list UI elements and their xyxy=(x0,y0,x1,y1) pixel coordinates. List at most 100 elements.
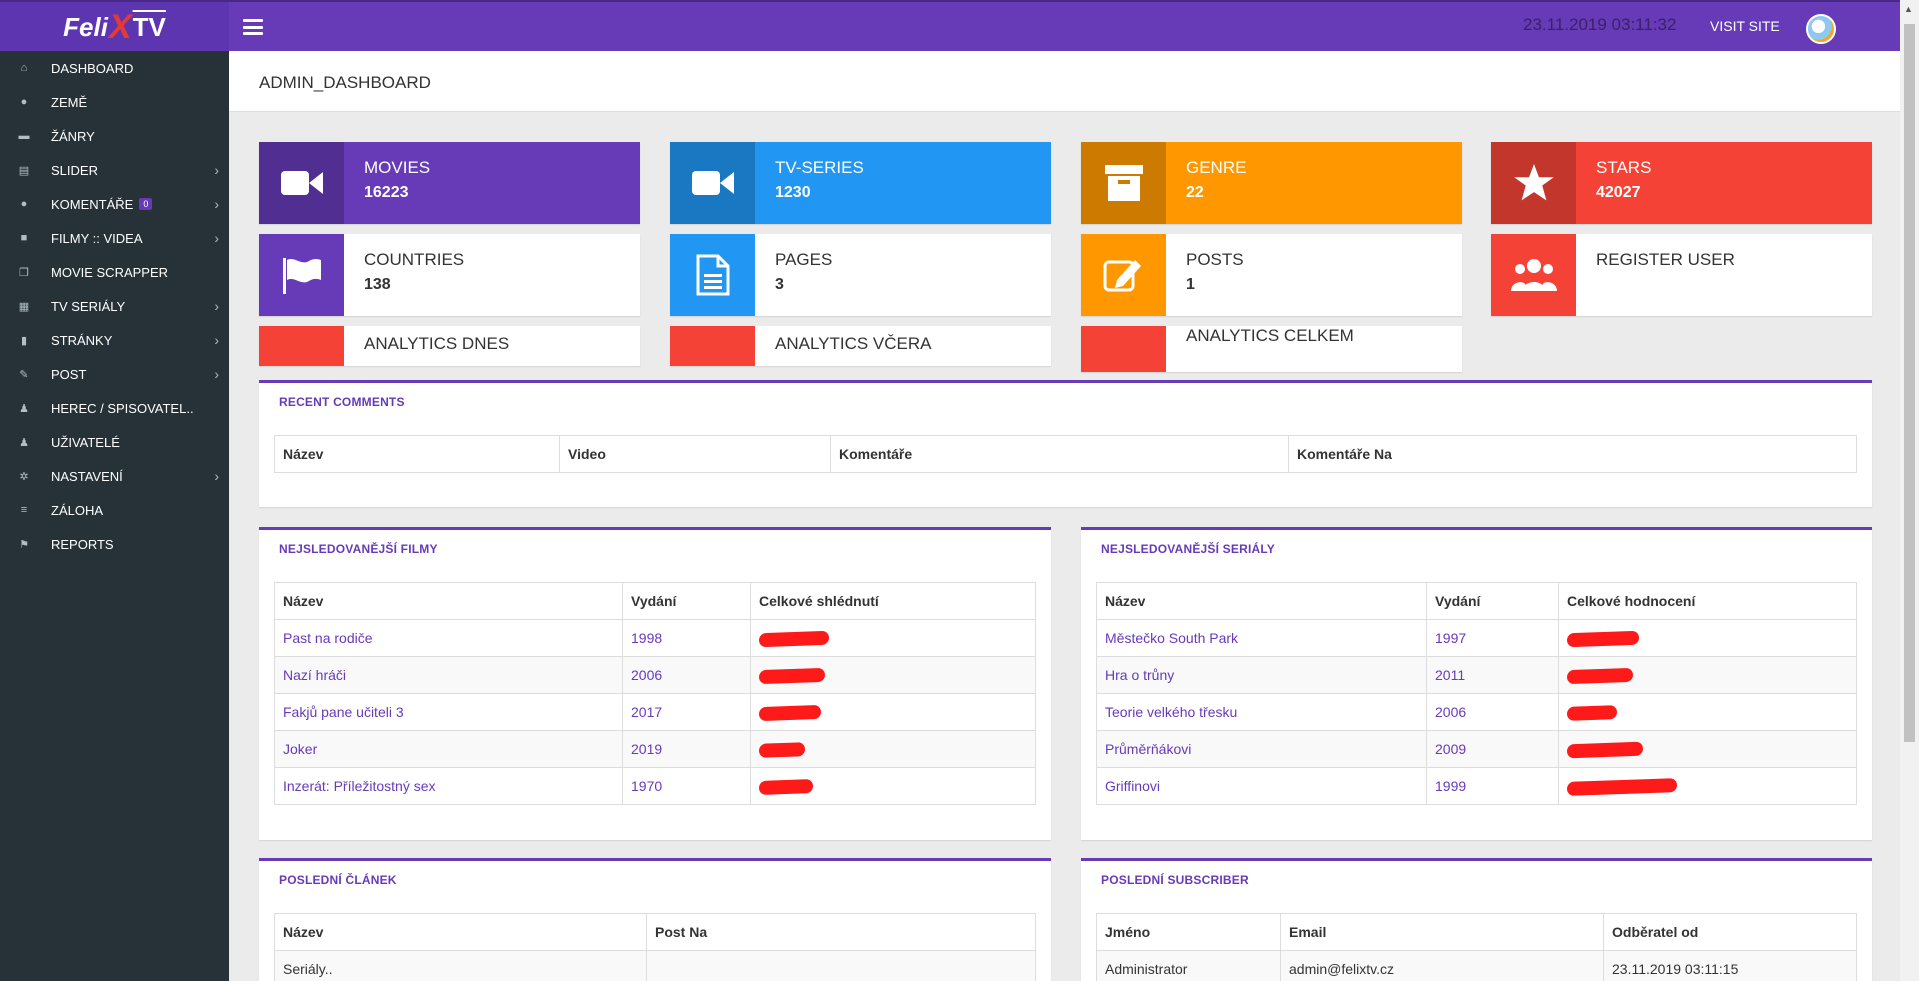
user-avatar[interactable] xyxy=(1806,14,1836,44)
info-box-analytics-yesterday[interactable]: ANALYTICS VČERA xyxy=(670,326,1051,366)
subscriber-since: 23.11.2019 03:11:15 xyxy=(1603,950,1857,981)
col-header-total-rating[interactable]: Celkové hodnocení xyxy=(1558,582,1857,620)
sidebar-item-reports[interactable]: ⚑ REPORTS xyxy=(0,527,229,561)
analytics-today-label: ANALYTICS DNES xyxy=(364,334,510,353)
title-link[interactable]: Hra o trůny xyxy=(1096,656,1427,694)
sidebar-item-dashboard[interactable]: ⌂ DASHBOARD xyxy=(0,51,229,85)
article-name[interactable]: Seriály.. xyxy=(274,950,647,981)
movies-label: MOVIES xyxy=(364,158,431,177)
posts-label: POSTS xyxy=(1186,250,1244,269)
title-link[interactable]: Městečko South Park xyxy=(1096,619,1427,657)
sidebar-item-stránky[interactable]: ▮ STRÁNKY › xyxy=(0,323,229,357)
hamburger-menu-icon[interactable] xyxy=(243,19,263,35)
sidebar-item-movie-scrapper[interactable]: ❐ MOVIE SCRAPPER xyxy=(0,255,229,289)
title-link[interactable]: Teorie velkého třesku xyxy=(1096,693,1427,731)
sidebar-item-label: DASHBOARD xyxy=(51,60,134,76)
col-header-subscriber-since[interactable]: Odběratel od xyxy=(1603,913,1857,951)
film-icon: ▦ xyxy=(18,300,30,313)
info-box-analytics-today[interactable]: ANALYTICS DNES xyxy=(259,326,640,366)
col-header-email[interactable]: Email xyxy=(1280,913,1604,951)
brand-logo[interactable]: Feli X TV xyxy=(0,2,229,53)
sidebar-item-záloha[interactable]: ≡ ZÁLOHA xyxy=(0,493,229,527)
sidebar-item-země[interactable]: ● ZEMĚ xyxy=(0,85,229,119)
scroll-up-arrow-icon[interactable]: ▲ xyxy=(1904,4,1913,14)
logo-text-tv: TV xyxy=(132,12,166,42)
table-row: Seriály.. xyxy=(274,950,1036,981)
comment-icon: ● xyxy=(20,198,28,210)
subscriber-name: Administrator xyxy=(1096,950,1281,981)
table-row: Průměrňákovi 2009 xyxy=(1096,730,1857,768)
info-box-tv-series[interactable]: TV-SERIES 1230 xyxy=(670,142,1051,224)
info-box-genre[interactable]: GENRE 22 xyxy=(1081,142,1462,224)
sidebar-item-nastavení[interactable]: ✲ NASTAVENÍ › xyxy=(0,459,229,493)
title-link[interactable]: Joker xyxy=(274,730,623,768)
top-movies-table: Název Vydání Celkové shlédnutí Past na r… xyxy=(274,582,1036,805)
table-row: Hra o trůny 2011 xyxy=(1096,656,1857,694)
page-scrollbar[interactable]: ▲ xyxy=(1900,0,1919,981)
title-link[interactable]: Nazí hráči xyxy=(274,656,623,694)
sidebar-item-label: HEREC / SPISOVATEL.. xyxy=(51,400,194,416)
sidebar-item-slider[interactable]: ▤ SLIDER › xyxy=(0,153,229,187)
analytics-color-block xyxy=(259,326,344,366)
title-link[interactable]: Griffinovi xyxy=(1096,767,1427,805)
video-camera-icon xyxy=(670,142,755,224)
title-link[interactable]: Průměrňákovi xyxy=(1096,730,1427,768)
col-header-comments[interactable]: Komentáře xyxy=(830,435,1289,473)
top-movies-title: NEJSLEDOVANĚJŠÍ FILMY xyxy=(279,542,438,556)
analytics-yesterday-label: ANALYTICS VČERA xyxy=(775,334,932,353)
redacted-value xyxy=(750,730,1036,768)
col-header-name[interactable]: Jméno xyxy=(1096,913,1281,951)
info-box-analytics-total[interactable]: ANALYTICS CELKEM xyxy=(1081,326,1462,372)
info-box-stars[interactable]: STARS 42027 xyxy=(1491,142,1872,224)
col-header-release[interactable]: Vydání xyxy=(1426,582,1559,620)
subscriber-email: admin@felixtv.cz xyxy=(1280,950,1604,981)
col-header-name[interactable]: Název xyxy=(274,435,560,473)
sidebar-item-herec-spisovatel[interactable]: ♟ HEREC / SPISOVATEL.. xyxy=(0,391,229,425)
pages-count: 3 xyxy=(775,276,784,293)
info-box-countries[interactable]: COUNTRIES 138 xyxy=(259,234,640,316)
release-year: 1999 xyxy=(1426,767,1559,805)
cogs-icon: ✲ xyxy=(19,470,29,483)
col-header-comments-on[interactable]: Komentáře Na xyxy=(1288,435,1857,473)
col-header-total-views[interactable]: Celkové shlédnutí xyxy=(750,582,1036,620)
last-article-table: Název Post Na Seriály.. xyxy=(274,913,1036,981)
title-link[interactable]: Past na rodiče xyxy=(274,619,623,657)
title-link[interactable]: Fakjů pane učiteli 3 xyxy=(274,693,623,731)
col-header-release[interactable]: Vydání xyxy=(622,582,751,620)
tv-series-label: TV-SERIES xyxy=(775,158,864,177)
col-header-posted-on[interactable]: Post Na xyxy=(646,913,1036,951)
sidebar-item-žánry[interactable]: ▬ ŽÁNRY xyxy=(0,119,229,153)
info-box-posts[interactable]: POSTS 1 xyxy=(1081,234,1462,316)
analytics-color-block xyxy=(1081,326,1166,372)
sidebar-item-label: SLIDER xyxy=(51,162,98,178)
info-box-register-user[interactable]: REGISTER USER xyxy=(1491,234,1872,316)
database-icon: ≡ xyxy=(20,504,28,516)
movies-count: 16223 xyxy=(364,184,409,201)
visit-site-link[interactable]: VISIT SITE xyxy=(1710,18,1780,34)
genre-count: 22 xyxy=(1186,184,1204,201)
posts-count: 1 xyxy=(1186,276,1195,293)
stars-label: STARS xyxy=(1596,158,1652,177)
info-box-movies[interactable]: MOVIES 16223 xyxy=(259,142,640,224)
info-box-pages[interactable]: PAGES 3 xyxy=(670,234,1051,316)
sidebar-item-tv-seriály[interactable]: ▦ TV SERIÁLY › xyxy=(0,289,229,323)
redacted-value xyxy=(750,619,1036,657)
redacted-value xyxy=(1558,767,1857,805)
sidebar: ⌂ DASHBOARD ● ZEMĚ ▬ ŽÁNRY ▤ SLIDER › ● KOMENTÁŘE 0… xyxy=(0,51,229,981)
col-header-name[interactable]: Název xyxy=(274,913,647,951)
sidebar-item-post[interactable]: ✎ POST › xyxy=(0,357,229,391)
sidebar-item-komentáře[interactable]: ● KOMENTÁŘE 0 › xyxy=(0,187,229,221)
analytics-color-block xyxy=(670,326,755,366)
top-series-panel: NEJSLEDOVANĚJŠÍ SERIÁLY Název Vydání Cel… xyxy=(1081,527,1872,840)
col-header-name[interactable]: Název xyxy=(274,582,623,620)
title-link[interactable]: Inzerát: Příležitostný sex xyxy=(274,767,623,805)
scrollbar-thumb[interactable] xyxy=(1904,24,1915,742)
users-icon: ♟ xyxy=(19,402,29,415)
table-row: Griffinovi 1999 xyxy=(1096,767,1857,805)
release-year: 2009 xyxy=(1426,730,1559,768)
pages-label: PAGES xyxy=(775,250,833,269)
sidebar-item-filmy-videa[interactable]: ■ FILMY :: VIDEA › xyxy=(0,221,229,255)
col-header-video[interactable]: Video xyxy=(559,435,831,473)
col-header-name[interactable]: Název xyxy=(1096,582,1427,620)
sidebar-item-uživatelé[interactable]: ♟ UŽIVATELÉ xyxy=(0,425,229,459)
